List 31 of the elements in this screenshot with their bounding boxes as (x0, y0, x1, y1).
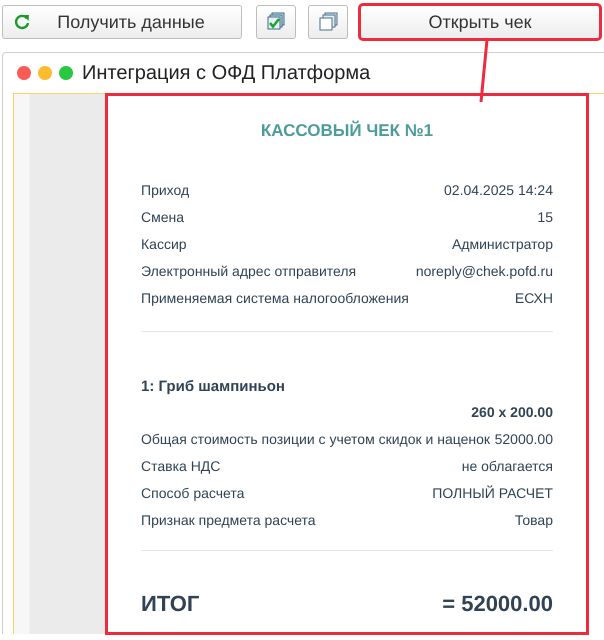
receipt-field-label: Электронный адрес отправителя (141, 262, 356, 281)
select-all-button[interactable] (256, 5, 296, 39)
leader-line (478, 40, 490, 102)
item-title: 1: Гриб шампиньон (141, 376, 286, 396)
receipt-field-label: Приход (141, 180, 190, 200)
item-field-label: Признак предмета расчета (141, 510, 316, 530)
receipt-field-value: 02.04.2025 14:24 (444, 180, 553, 200)
refresh-icon (13, 13, 31, 31)
item-field-label: Способ расчета (141, 484, 244, 503)
receipt-field-label: Смена (141, 208, 184, 226)
total-value: = 52000.00 (442, 590, 553, 618)
window-title: Интеграция с ОФД Платформа (82, 61, 370, 86)
receipt-field-label: Применяемая система налогообложения (141, 288, 409, 308)
get-data-button[interactable]: Получить данные (2, 5, 242, 39)
receipt-field-value: Администратор (452, 234, 553, 254)
total-label: ИТОГ (141, 590, 200, 618)
item-field-label: Общая стоимость позиции с учетом скидок и наценок (141, 430, 490, 449)
item-field-label: Ставка НДС (141, 456, 220, 476)
stacked-pages-icon (317, 11, 339, 33)
item-field-value: ПОЛНЫЙ РАСЧЕТ (432, 484, 553, 502)
receipt-title: КАССОВЫЙ ЧЕК №1 (260, 120, 434, 142)
receipt-field-value: ЕСХН (514, 288, 553, 308)
item-field-value: Товар (514, 510, 553, 530)
item-quantity: 260 x 200.00 (471, 403, 553, 422)
open-receipt-button[interactable]: Открыть чек (360, 5, 600, 39)
receipt-field-value: 15 (537, 208, 553, 226)
receipt-field-label: Кассир (141, 234, 187, 254)
receipt-field-value: noreply@chek.pofd.ru (416, 262, 553, 281)
item-field-value: не облагается (462, 456, 553, 476)
item-field-value: 52000.00 (494, 430, 553, 448)
copy-button[interactable] (308, 5, 348, 39)
